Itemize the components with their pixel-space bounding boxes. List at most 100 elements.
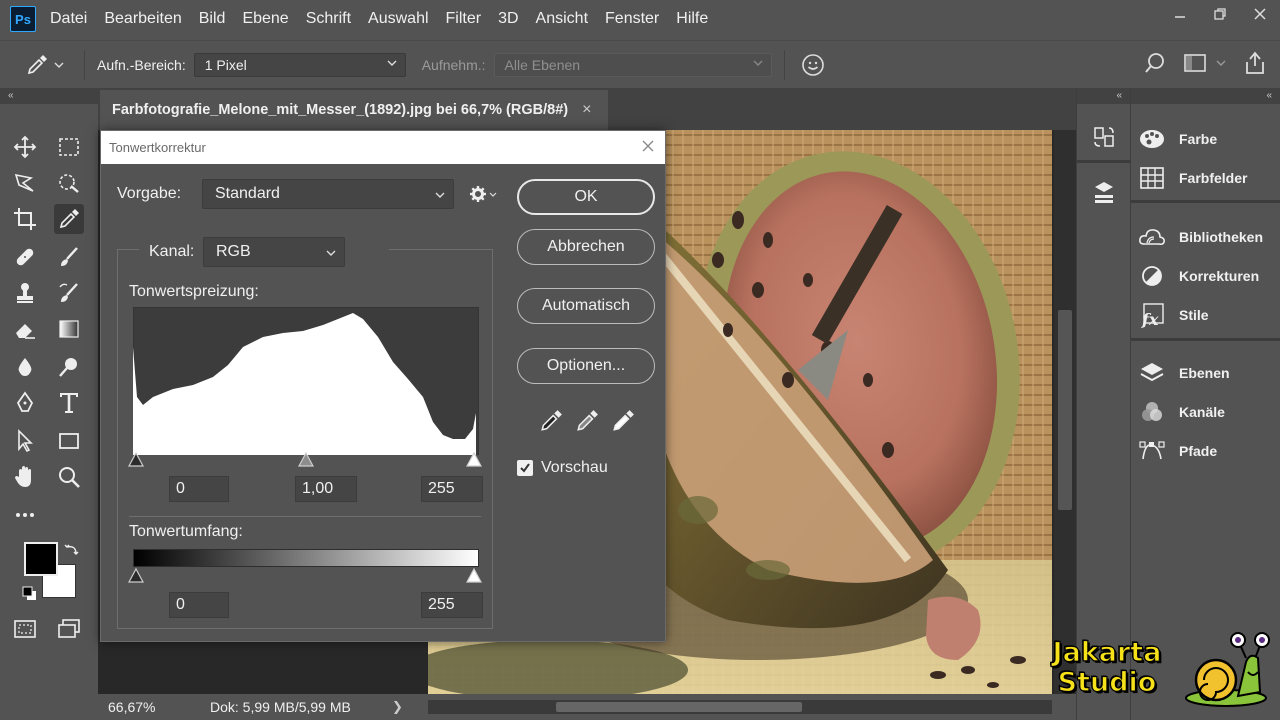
hand-tool[interactable] (10, 462, 40, 492)
menu-bild[interactable]: Bild (199, 10, 226, 28)
horizontal-scroll-thumb[interactable] (556, 702, 802, 712)
menu-filter[interactable]: Filter (446, 10, 482, 28)
eyedropper-tool[interactable] (54, 204, 84, 234)
crop-tool[interactable] (10, 204, 40, 234)
workspace-switcher[interactable] (1184, 53, 1226, 73)
history-brush-tool[interactable] (54, 278, 84, 308)
marquee-tool[interactable] (54, 132, 84, 162)
eraser-tool[interactable] (10, 314, 40, 344)
snail-mascot-icon (1185, 632, 1270, 707)
healing-brush-tool[interactable] (10, 242, 40, 272)
bandage-icon (16, 248, 34, 266)
menu-ebene[interactable]: Ebene (242, 10, 288, 28)
input-black-slider[interactable] (128, 452, 144, 468)
black-point-eyedropper-icon[interactable] (539, 409, 563, 433)
drop-icon (18, 358, 32, 376)
panel-korrekturen[interactable]: Korrekturen (1139, 261, 1259, 291)
input-gamma-field[interactable]: 1,00 (295, 476, 357, 502)
type-tool[interactable] (54, 388, 84, 418)
ok-button[interactable]: OK (517, 179, 655, 215)
panel-bibliotheken-label: Bibliotheken (1179, 229, 1264, 245)
menu-auswahl[interactable]: Auswahl (368, 10, 428, 28)
history-panel-button[interactable] (1091, 124, 1117, 155)
minimize-button[interactable] (1160, 0, 1200, 28)
tool-preset-picker[interactable] (26, 54, 74, 76)
smiley-icon[interactable] (801, 53, 825, 77)
panel-kanaele[interactable]: Kanäle (1139, 397, 1225, 427)
panel-farbfelder[interactable]: Farbfelder (1139, 163, 1247, 193)
search-icon[interactable] (1144, 52, 1166, 74)
close-icon[interactable] (641, 139, 655, 153)
menu-ansicht[interactable]: Ansicht (536, 10, 588, 28)
channel-select[interactable]: RGB (203, 237, 345, 267)
cancel-button[interactable]: Abbrechen (517, 229, 655, 265)
output-white-field[interactable]: 255 (421, 592, 483, 618)
input-gamma-slider[interactable] (298, 452, 314, 468)
menu-3d[interactable]: 3D (498, 10, 518, 28)
shape-tool[interactable] (54, 426, 84, 456)
preview-checkbox[interactable] (517, 460, 533, 476)
panel-ebenen[interactable]: Ebenen (1139, 358, 1230, 388)
toolbar-collapse[interactable]: « (0, 88, 98, 104)
preset-options-button[interactable] (469, 185, 497, 203)
input-white-slider[interactable] (466, 452, 482, 468)
quick-selection-tool[interactable] (54, 168, 84, 198)
document-tab[interactable]: Farbfotografie_Melone_mit_Messer_(1892).… (100, 90, 608, 130)
zoom-tool[interactable] (54, 462, 84, 492)
adjustments-icon (1142, 266, 1162, 286)
panels-collapse[interactable]: « (1131, 88, 1280, 104)
panel-bibliotheken[interactable]: Bibliotheken (1139, 222, 1263, 252)
panel-pfade[interactable]: Pfade (1139, 436, 1217, 466)
auto-button[interactable]: Automatisch (517, 288, 655, 324)
properties-panel-button[interactable] (1091, 180, 1117, 211)
dock-collapse[interactable]: « (1077, 88, 1130, 104)
options-right-icons (1144, 51, 1266, 75)
menu-datei[interactable]: Datei (50, 10, 87, 28)
output-black-field[interactable]: 0 (169, 592, 229, 618)
lasso-tool[interactable] (10, 168, 40, 198)
menu-hilfe[interactable]: Hilfe (676, 10, 708, 28)
move-tool[interactable] (10, 132, 40, 162)
white-point-eyedropper-icon[interactable] (611, 409, 635, 433)
dodge-tool[interactable] (54, 352, 84, 382)
share-icon[interactable] (1244, 51, 1266, 75)
zoom-level[interactable]: 66,67% (108, 699, 198, 715)
close-window-button[interactable] (1240, 0, 1280, 28)
default-colors-icon[interactable] (22, 586, 38, 602)
output-black-slider[interactable] (128, 568, 144, 584)
menu-bearbeiten[interactable]: Bearbeiten (104, 10, 181, 28)
clone-stamp-tool[interactable] (10, 278, 40, 308)
status-menu-arrow[interactable]: ❯ (392, 699, 403, 715)
horizontal-scrollbar[interactable] (428, 700, 1052, 714)
sample-from-select[interactable]: Alle Ebenen (493, 52, 772, 77)
brush-tool[interactable] (54, 242, 84, 272)
options-button[interactable]: Optionen... (517, 348, 655, 384)
sample-size-select[interactable]: 1 Pixel (193, 52, 406, 77)
vertical-scrollbar[interactable] (1054, 130, 1076, 694)
screen-mode-button[interactable] (54, 614, 84, 644)
foreground-color-swatch[interactable] (24, 542, 58, 576)
close-tab-button[interactable]: × (582, 101, 591, 119)
gradient-tool[interactable] (54, 314, 84, 344)
input-white-field[interactable]: 255 (421, 476, 483, 502)
preset-select[interactable]: Standard (202, 179, 454, 209)
restore-button[interactable] (1200, 0, 1240, 28)
output-white-slider[interactable] (466, 568, 482, 584)
chevron-down-icon (326, 250, 336, 256)
menu-fenster[interactable]: Fenster (605, 10, 659, 28)
path-selection-tool[interactable] (10, 426, 40, 456)
input-black-field[interactable]: 0 (169, 476, 229, 502)
dialog-titlebar[interactable]: Tonwertkorrektur (101, 131, 665, 164)
blur-tool[interactable] (10, 352, 40, 382)
menu-schrift[interactable]: Schrift (306, 10, 351, 28)
photoshop-logo: Ps (10, 6, 36, 32)
panel-farbe[interactable]: Farbe (1139, 124, 1217, 154)
vertical-scroll-thumb[interactable] (1058, 310, 1072, 510)
panel-stile[interactable]: fx Stile (1139, 300, 1209, 330)
gray-point-eyedropper-icon[interactable] (575, 409, 599, 433)
more-tools[interactable] (10, 500, 40, 530)
preview-checkbox-row[interactable]: Vorschau (517, 459, 608, 477)
quick-mask-button[interactable] (10, 614, 40, 644)
pen-tool[interactable] (10, 388, 40, 418)
swap-colors-icon[interactable] (64, 542, 80, 558)
